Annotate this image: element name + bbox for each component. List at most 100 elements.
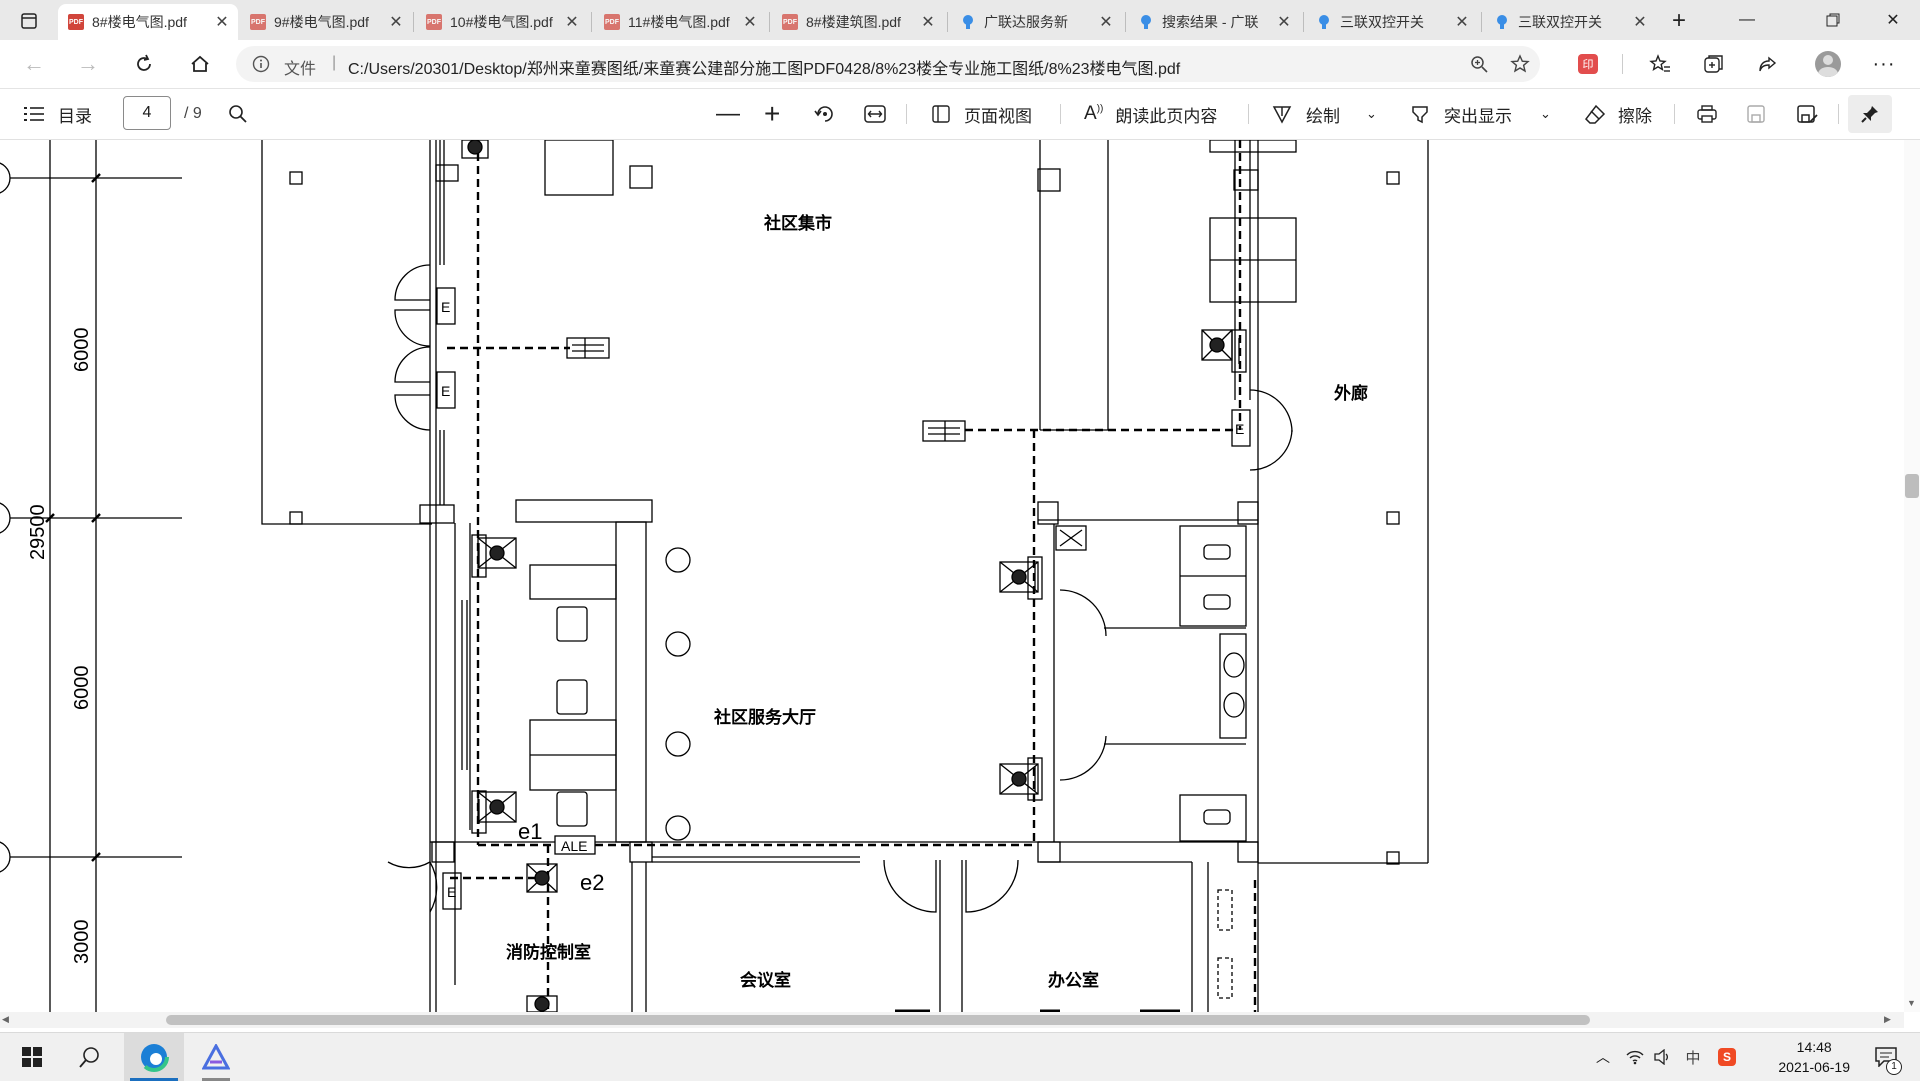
vertical-scrollbar[interactable]: ▼: [1904, 140, 1920, 1012]
pdf-toolbar: 目录 4 / 9 — + 页面视图 A)) 朗读此页内容 绘制 ⌄ 突出显示 ⌄…: [0, 89, 1920, 140]
more-icon: ···: [1872, 52, 1896, 75]
zoom-in-button[interactable]: +: [764, 89, 780, 139]
room-label: 办公室: [1048, 970, 1099, 990]
notifications-button[interactable]: 1: [1864, 1033, 1908, 1081]
print-button[interactable]: [1696, 89, 1718, 139]
svg-text:ALE: ALE: [561, 838, 587, 854]
scroll-thumb[interactable]: [166, 1015, 1590, 1025]
tab-search-results[interactable]: 搜索结果 - 广联 ✕: [1128, 4, 1300, 40]
pdf-icon: PDF: [604, 14, 620, 30]
exit-sign: E: [436, 371, 456, 409]
search-taskbar-button[interactable]: [66, 1033, 114, 1081]
room-label: 外廊: [1334, 383, 1368, 403]
draw-options-dropdown[interactable]: ⌄: [1366, 89, 1377, 139]
close-tab-icon[interactable]: ✕: [1452, 12, 1472, 32]
tab-actions-button[interactable]: [16, 8, 42, 34]
profile-button[interactable]: [1812, 48, 1844, 80]
edge-taskbar-button[interactable]: [124, 1033, 184, 1081]
settings-menu-button[interactable]: ···: [1868, 48, 1900, 80]
scroll-thumb[interactable]: [1905, 474, 1919, 498]
tab-11-electrical[interactable]: PDF 11#楼电气图.pdf ✕: [594, 4, 766, 40]
close-tab-icon[interactable]: ✕: [1096, 12, 1116, 32]
page-number-input[interactable]: 4: [123, 96, 171, 130]
pin-toolbar-button[interactable]: [1848, 95, 1892, 133]
network-button[interactable]: [1622, 1033, 1648, 1081]
tab-switch-2[interactable]: 三联双控开关 ✕: [1484, 4, 1656, 40]
collections-icon: [1704, 55, 1723, 73]
avatar: [1815, 51, 1841, 77]
add-favorite-icon[interactable]: [1510, 54, 1530, 74]
find-button[interactable]: [228, 89, 248, 139]
close-tab-icon[interactable]: ✕: [386, 12, 406, 32]
tab-9-electrical[interactable]: PDF 9#楼电气图.pdf ✕: [240, 4, 412, 40]
scheme-label: 文件: [284, 61, 317, 78]
column: [665, 731, 691, 757]
ime-indicator[interactable]: 中: [1680, 1033, 1706, 1081]
horizontal-scrollbar[interactable]: ◀ ▶: [0, 1012, 1904, 1028]
extension-button[interactable]: 印: [1572, 48, 1604, 80]
close-window-button[interactable]: ✕: [1866, 0, 1920, 40]
plus-icon: +: [764, 98, 781, 129]
refresh-icon: [137, 54, 151, 71]
save-button[interactable]: [1746, 89, 1766, 139]
address-bar[interactable]: 文件 | C:/Users/20301/Desktop/郑州来童赛图纸/来童赛公…: [236, 46, 1540, 82]
page-view-button[interactable]: 页面视图: [930, 89, 1032, 139]
close-tab-icon[interactable]: ✕: [562, 12, 582, 32]
close-tab-icon[interactable]: ✕: [918, 12, 938, 32]
extension-icon: 印: [1578, 54, 1598, 74]
back-arrow-icon: ←: [23, 51, 45, 76]
dimension-label: 29500: [27, 504, 49, 560]
volume-button[interactable]: [1650, 1033, 1676, 1081]
refresh-button[interactable]: [128, 48, 160, 80]
svg-text:E: E: [441, 299, 450, 315]
windows-icon: [22, 1047, 42, 1067]
tab-8-electrical[interactable]: PDF 8#楼电气图.pdf ✕: [58, 4, 238, 40]
column: [665, 815, 691, 841]
sogou-ime-button[interactable]: S: [1712, 1033, 1742, 1081]
start-button[interactable]: [10, 1033, 54, 1081]
pdf-canvas[interactable]: 6000 29500 6000 3000 E E E E ALE e1 e2 社…: [0, 140, 1904, 1012]
tab-switch-1[interactable]: 三联双控开关 ✕: [1306, 4, 1478, 40]
share-button[interactable]: [1752, 48, 1784, 80]
url-text[interactable]: C:/Users/20301/Desktop/郑州来童赛图纸/来童赛公建部分施工…: [348, 55, 1180, 79]
rotate-button[interactable]: [814, 89, 836, 139]
chevron-up-icon: ︿: [1596, 1049, 1610, 1065]
favorites-icon: [1649, 54, 1670, 72]
draw-button[interactable]: 绘制: [1272, 89, 1340, 139]
erase-button[interactable]: 擦除: [1584, 89, 1652, 139]
grid-axis-bubble: [0, 502, 11, 534]
clock-time: 14:48: [1796, 1039, 1832, 1055]
save-as-button[interactable]: [1796, 89, 1818, 139]
new-tab-button[interactable]: +: [1664, 6, 1694, 36]
scroll-right-icon[interactable]: ▶: [1884, 1014, 1891, 1025]
home-button[interactable]: [184, 48, 216, 80]
highlight-button[interactable]: 突出显示: [1410, 89, 1512, 139]
toc-button[interactable]: 目录: [24, 89, 92, 139]
close-tab-icon[interactable]: ✕: [1630, 12, 1650, 32]
tab-glodon-service[interactable]: 广联达服务新 ✕: [950, 4, 1122, 40]
highlight-options-dropdown[interactable]: ⌄: [1540, 89, 1551, 139]
close-tab-icon[interactable]: ✕: [212, 12, 232, 32]
collections-button[interactable]: [1698, 48, 1730, 80]
show-hidden-icons-button[interactable]: ︿: [1590, 1033, 1616, 1081]
fit-width-button[interactable]: [864, 89, 886, 139]
clock[interactable]: 14:48 2021-06-19: [1778, 1037, 1850, 1077]
scroll-down-icon[interactable]: ▼: [1907, 998, 1916, 1008]
favorites-button[interactable]: [1644, 48, 1676, 80]
circuit-label: e2: [580, 870, 604, 895]
restore-button[interactable]: [1806, 0, 1860, 40]
minimize-button[interactable]: —: [1720, 0, 1774, 40]
close-tab-icon[interactable]: ✕: [740, 12, 760, 32]
back-button[interactable]: ←: [18, 48, 50, 80]
read-aloud-button[interactable]: A)) 朗读此页内容: [1084, 89, 1217, 139]
chevron-down-icon: ⌄: [1540, 106, 1551, 121]
scroll-left-icon[interactable]: ◀: [2, 1014, 9, 1025]
forward-button[interactable]: →: [72, 48, 104, 80]
tab-10-electrical[interactable]: PDF 10#楼电气图.pdf ✕: [416, 4, 588, 40]
room-label: 社区服务大厅: [713, 707, 816, 727]
zoom-icon[interactable]: [1470, 55, 1488, 73]
tab-8-architecture[interactable]: PDF 8#楼建筑图.pdf ✕: [772, 4, 944, 40]
zoom-out-button[interactable]: —: [716, 89, 740, 139]
app-taskbar-button[interactable]: [188, 1033, 244, 1081]
close-tab-icon[interactable]: ✕: [1274, 12, 1294, 32]
